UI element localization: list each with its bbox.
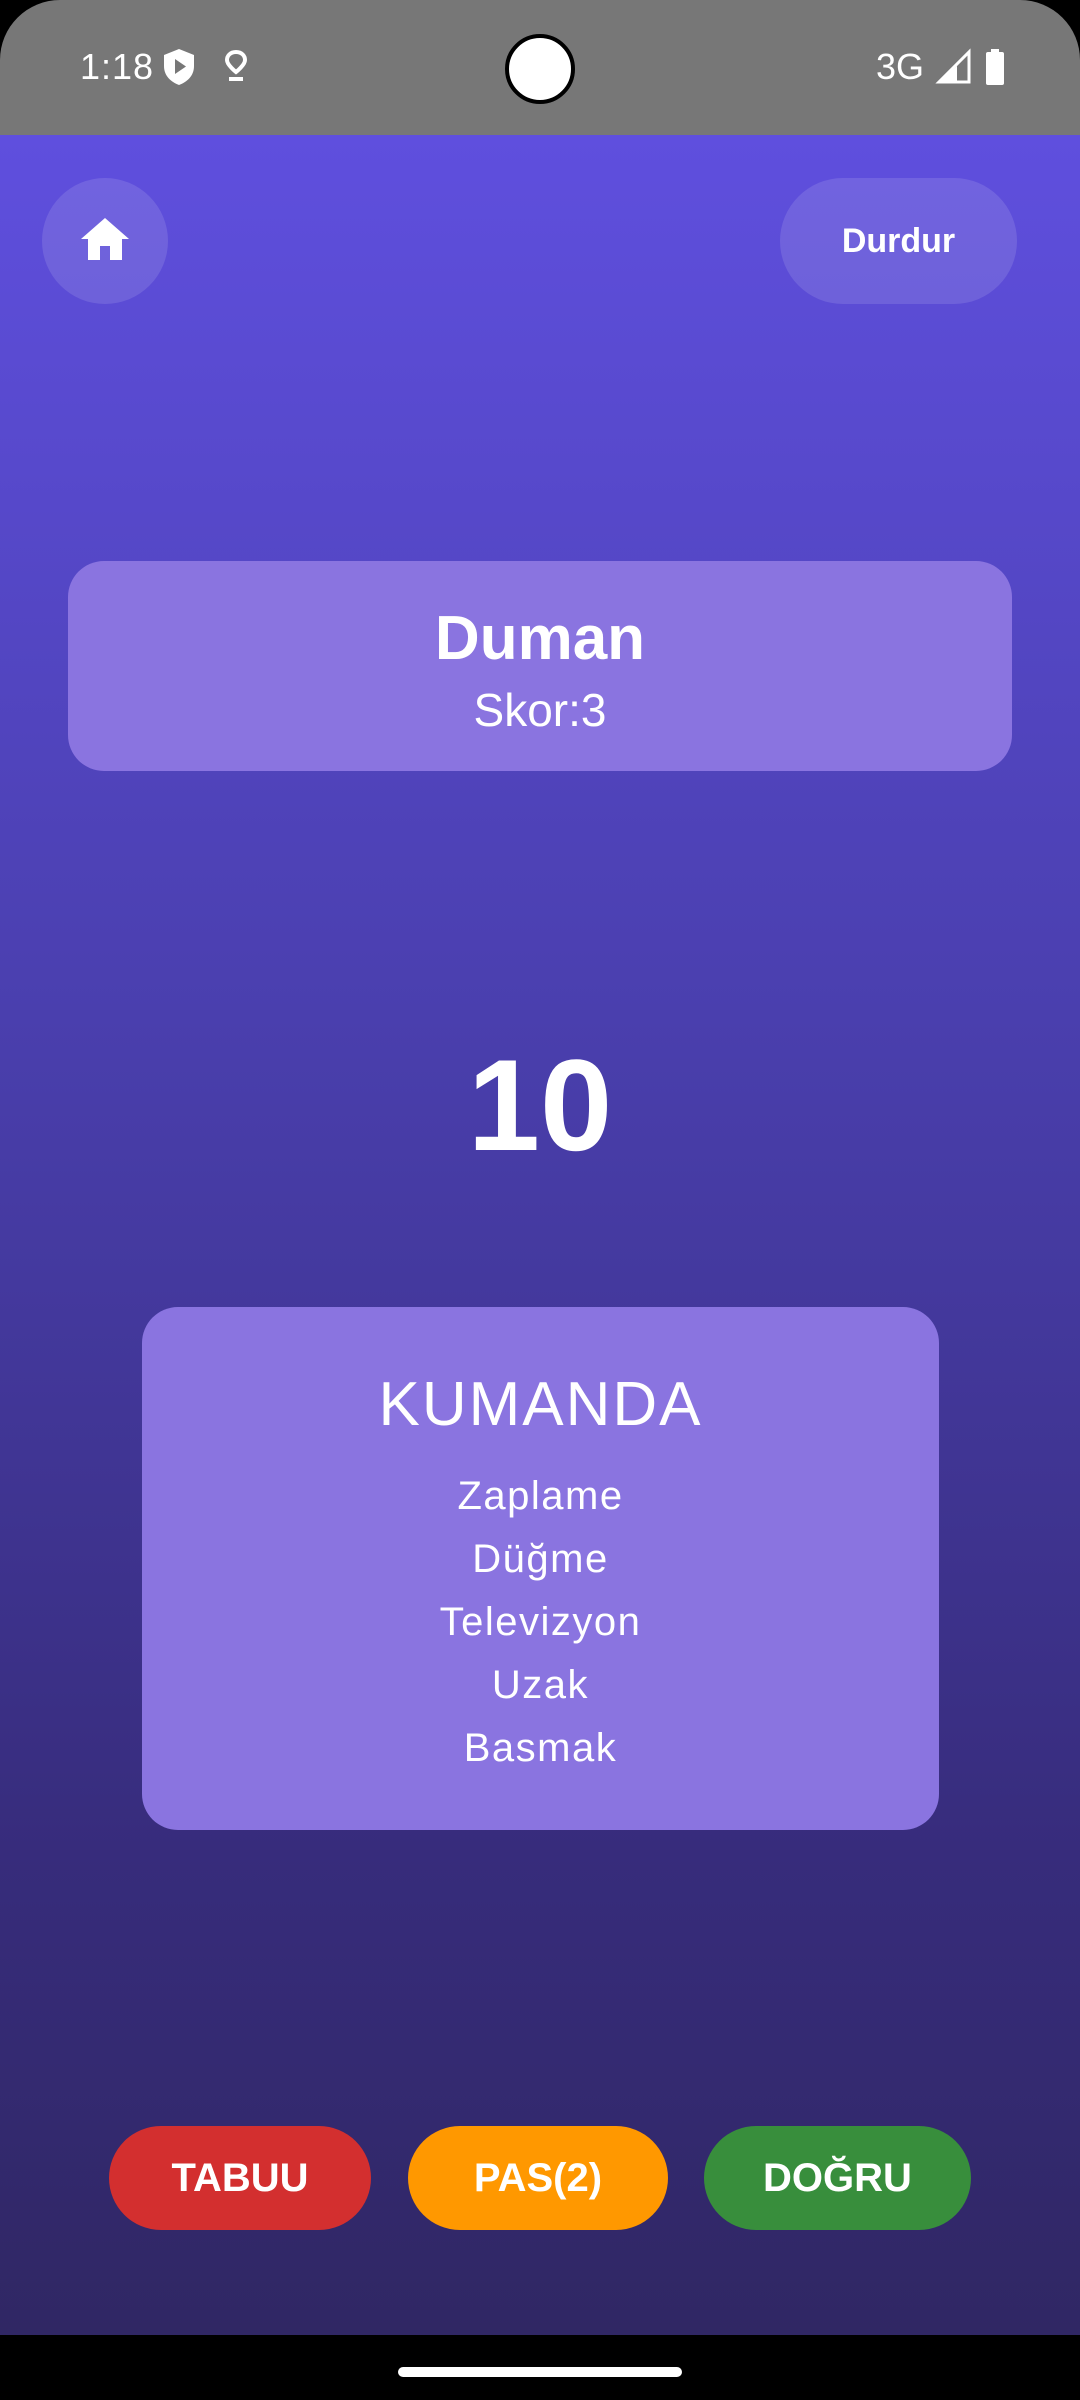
forbidden-word: Basmak [463,1726,618,1770]
game-screen: Durdur Duman Skor:3 10 KUMANDA Zaplame D… [0,135,1080,2335]
countdown-timer: 10 [467,1032,613,1178]
home-icon [79,215,131,268]
forbidden-word: Uzak [491,1663,590,1707]
front-camera [505,34,575,104]
navigation-bar [0,2335,1080,2400]
shield-play-icon [162,48,196,86]
status-bar: 1:18 3G [0,0,1080,135]
correct-button[interactable]: DOĞRU [704,2126,971,2230]
forbidden-word: Düğme [472,1537,609,1581]
forbidden-word: Televizyon [439,1600,642,1644]
network-type: 3G [876,46,925,87]
pause-button[interactable]: Durdur [780,178,1017,304]
team-score-card: Duman Skor:3 [68,561,1012,771]
home-gesture-handle[interactable] [398,2367,682,2377]
forbidden-words-list: Zaplame Düğme Televizyon Uzak Basmak [142,1465,939,1780]
pass-button[interactable]: PAS(2) [408,2126,668,2230]
target-word: KUMANDA [378,1370,703,1439]
phone-screen: 1:18 3G Durdur Duman Skor:3 10 KUMANDA Z… [0,0,1080,2400]
taboo-button[interactable]: TABUU [109,2126,371,2230]
team-score: Skor:3 [473,684,607,736]
battery-icon [984,48,1006,86]
forbidden-word: Zaplame [457,1474,624,1518]
status-time: 1:18 [80,46,155,87]
signal-icon [935,48,971,86]
team-name: Duman [434,604,646,673]
location-pin-icon [222,48,250,86]
home-button[interactable] [42,178,168,304]
taboo-word-card: KUMANDA Zaplame Düğme Televizyon Uzak Ba… [142,1307,939,1830]
